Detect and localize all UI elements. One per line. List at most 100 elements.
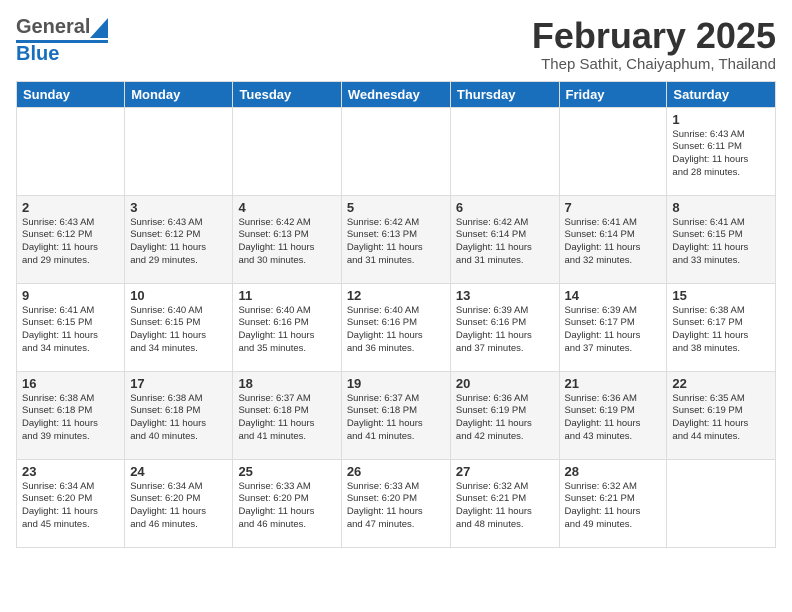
calendar-cell: 14 Sunrise: 6:39 AM Sunset: 6:17 PM Dayli…	[559, 283, 667, 371]
calendar-cell: 27Sunrise: 6:32 AM Sunset: 6:21 PM Dayli…	[450, 459, 559, 547]
day-info: Sunrise: 6:41 AM Sunset: 6:15 PM Dayligh…	[22, 305, 119, 356]
day-info: Sunrise: 6:32 AM Sunset: 6:21 PM Dayligh…	[565, 481, 662, 532]
calendar-cell: 7 Sunrise: 6:41 AM Sunset: 6:14 PM Daylig…	[559, 195, 667, 283]
calendar-week-row: 16Sunrise: 6:38 AM Sunset: 6:18 PM Dayli…	[17, 371, 776, 459]
calendar-cell: 24 Sunrise: 6:34 AM Sunset: 6:20 PM Dayli…	[125, 459, 233, 547]
day-number: 7	[565, 200, 662, 215]
day-number: 19	[347, 376, 445, 391]
day-info: Sunrise: 6:41 AM Sunset: 6:15 PM Dayligh…	[672, 217, 770, 268]
calendar-cell: 10 Sunrise: 6:40 AM Sunset: 6:15 PM Dayli…	[125, 283, 233, 371]
day-number: 24	[130, 464, 227, 479]
day-number: 27	[456, 464, 554, 479]
calendar-cell	[450, 107, 559, 195]
calendar-cell: 17 Sunrise: 6:38 AM Sunset: 6:18 PM Dayli…	[125, 371, 233, 459]
day-number: 14	[565, 288, 662, 303]
day-number: 6	[456, 200, 554, 215]
day-info: Sunrise: 6:33 AM Sunset: 6:20 PM Dayligh…	[238, 481, 335, 532]
day-info: Sunrise: 6:38 AM Sunset: 6:18 PM Dayligh…	[130, 393, 227, 444]
calendar-table: Sunday Monday Tuesday Wednesday Thursday…	[16, 81, 776, 548]
day-info: Sunrise: 6:41 AM Sunset: 6:14 PM Dayligh…	[565, 217, 662, 268]
calendar-cell: 1 Sunrise: 6:43 AM Sunset: 6:11 PM Daylig…	[667, 107, 776, 195]
calendar-cell: 18 Sunrise: 6:37 AM Sunset: 6:18 PM Dayli…	[233, 371, 341, 459]
day-number: 15	[672, 288, 770, 303]
day-number: 22	[672, 376, 770, 391]
col-monday: Monday	[125, 81, 233, 107]
calendar-cell: 26 Sunrise: 6:33 AM Sunset: 6:20 PM Dayli…	[341, 459, 450, 547]
day-info: Sunrise: 6:40 AM Sunset: 6:15 PM Dayligh…	[130, 305, 227, 356]
day-number: 10	[130, 288, 227, 303]
day-info: Sunrise: 6:36 AM Sunset: 6:19 PM Dayligh…	[456, 393, 554, 444]
day-info: Sunrise: 6:37 AM Sunset: 6:18 PM Dayligh…	[238, 393, 335, 444]
calendar-week-row: 2 Sunrise: 6:43 AM Sunset: 6:12 PM Daylig…	[17, 195, 776, 283]
day-number: 21	[565, 376, 662, 391]
day-number: 26	[347, 464, 445, 479]
day-number: 12	[347, 288, 445, 303]
calendar-cell	[17, 107, 125, 195]
calendar-cell: 20 Sunrise: 6:36 AM Sunset: 6:19 PM Dayli…	[450, 371, 559, 459]
calendar-cell: 8 Sunrise: 6:41 AM Sunset: 6:15 PM Daylig…	[667, 195, 776, 283]
day-number: 11	[238, 288, 335, 303]
calendar-cell	[341, 107, 450, 195]
day-info: Sunrise: 6:33 AM Sunset: 6:20 PM Dayligh…	[347, 481, 445, 532]
calendar-cell: 4Sunrise: 6:42 AM Sunset: 6:13 PM Daylig…	[233, 195, 341, 283]
day-info: Sunrise: 6:38 AM Sunset: 6:18 PM Dayligh…	[22, 393, 119, 444]
calendar-cell: 12 Sunrise: 6:40 AM Sunset: 6:16 PM Dayli…	[341, 283, 450, 371]
calendar-cell: 5 Sunrise: 6:42 AM Sunset: 6:13 PM Daylig…	[341, 195, 450, 283]
day-info: Sunrise: 6:38 AM Sunset: 6:17 PM Dayligh…	[672, 305, 770, 356]
col-tuesday: Tuesday	[233, 81, 341, 107]
col-saturday: Saturday	[667, 81, 776, 107]
calendar-cell: 22 Sunrise: 6:35 AM Sunset: 6:19 PM Dayli…	[667, 371, 776, 459]
day-info: Sunrise: 6:39 AM Sunset: 6:17 PM Dayligh…	[565, 305, 662, 356]
calendar-week-row: 1 Sunrise: 6:43 AM Sunset: 6:11 PM Daylig…	[17, 107, 776, 195]
col-wednesday: Wednesday	[341, 81, 450, 107]
calendar-cell: 9 Sunrise: 6:41 AM Sunset: 6:15 PM Daylig…	[17, 283, 125, 371]
col-sunday: Sunday	[17, 81, 125, 107]
calendar-cell	[233, 107, 341, 195]
day-info: Sunrise: 6:34 AM Sunset: 6:20 PM Dayligh…	[130, 481, 227, 532]
day-info: Sunrise: 6:39 AM Sunset: 6:16 PM Dayligh…	[456, 305, 554, 356]
day-info: Sunrise: 6:35 AM Sunset: 6:19 PM Dayligh…	[672, 393, 770, 444]
logo-blue-text: Blue	[16, 43, 59, 66]
day-info: Sunrise: 6:42 AM Sunset: 6:13 PM Dayligh…	[347, 217, 445, 268]
calendar-cell: 15 Sunrise: 6:38 AM Sunset: 6:17 PM Dayli…	[667, 283, 776, 371]
day-info: Sunrise: 6:43 AM Sunset: 6:12 PM Dayligh…	[22, 217, 119, 268]
day-info: Sunrise: 6:43 AM Sunset: 6:11 PM Dayligh…	[672, 129, 770, 180]
day-info: Sunrise: 6:40 AM Sunset: 6:16 PM Dayligh…	[347, 305, 445, 356]
day-number: 17	[130, 376, 227, 391]
day-number: 3	[130, 200, 227, 215]
logo: General Blue	[16, 16, 108, 66]
day-number: 2	[22, 200, 119, 215]
day-info: Sunrise: 6:36 AM Sunset: 6:19 PM Dayligh…	[565, 393, 662, 444]
calendar-cell: 6 Sunrise: 6:42 AM Sunset: 6:14 PM Daylig…	[450, 195, 559, 283]
day-number: 9	[22, 288, 119, 303]
day-info: Sunrise: 6:42 AM Sunset: 6:14 PM Dayligh…	[456, 217, 554, 268]
calendar-cell: 13Sunrise: 6:39 AM Sunset: 6:16 PM Dayli…	[450, 283, 559, 371]
day-info: Sunrise: 6:37 AM Sunset: 6:18 PM Dayligh…	[347, 393, 445, 444]
day-number: 18	[238, 376, 335, 391]
title-block: February 2025 Thep Sathit, Chaiyaphum, T…	[532, 16, 776, 73]
logo-general-text: General	[16, 16, 90, 39]
calendar-cell: 3 Sunrise: 6:43 AM Sunset: 6:12 PM Daylig…	[125, 195, 233, 283]
day-number: 28	[565, 464, 662, 479]
calendar-cell: 25 Sunrise: 6:33 AM Sunset: 6:20 PM Dayli…	[233, 459, 341, 547]
calendar-subtitle: Thep Sathit, Chaiyaphum, Thailand	[532, 56, 776, 73]
day-number: 20	[456, 376, 554, 391]
calendar-cell: 11 Sunrise: 6:40 AM Sunset: 6:16 PM Dayli…	[233, 283, 341, 371]
day-info: Sunrise: 6:43 AM Sunset: 6:12 PM Dayligh…	[130, 217, 227, 268]
calendar-title: February 2025	[532, 16, 776, 56]
day-number: 4	[238, 200, 335, 215]
day-number: 25	[238, 464, 335, 479]
calendar-week-row: 9 Sunrise: 6:41 AM Sunset: 6:15 PM Daylig…	[17, 283, 776, 371]
calendar-cell	[559, 107, 667, 195]
day-info: Sunrise: 6:34 AM Sunset: 6:20 PM Dayligh…	[22, 481, 119, 532]
day-number: 8	[672, 200, 770, 215]
day-number: 5	[347, 200, 445, 215]
day-number: 1	[672, 112, 770, 127]
day-number: 23	[22, 464, 119, 479]
calendar-cell	[667, 459, 776, 547]
day-info: Sunrise: 6:40 AM Sunset: 6:16 PM Dayligh…	[238, 305, 335, 356]
calendar-cell: 16Sunrise: 6:38 AM Sunset: 6:18 PM Dayli…	[17, 371, 125, 459]
calendar-header-row: Sunday Monday Tuesday Wednesday Thursday…	[17, 81, 776, 107]
calendar-cell	[125, 107, 233, 195]
col-thursday: Thursday	[450, 81, 559, 107]
